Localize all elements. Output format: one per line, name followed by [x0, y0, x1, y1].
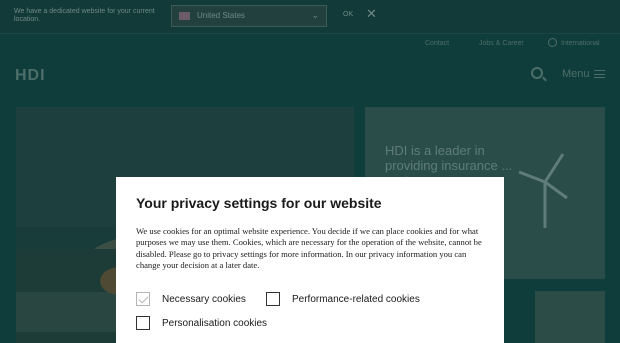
search-icon[interactable]	[531, 67, 543, 79]
contact-link[interactable]: Contact	[425, 40, 449, 47]
location-notice-text: We have a dedicated website for your cur…	[14, 8, 155, 23]
personalisation-cookies-label: Personalisation cookies	[162, 317, 268, 329]
menu-button-label[interactable]: Menu	[562, 68, 590, 80]
site-header: Contact Jobs & Career International HDI …	[0, 33, 620, 103]
wind-turbine-icon	[518, 153, 568, 228]
personalisation-cookies-option[interactable]: Personalisation cookies	[136, 316, 267, 330]
necessary-cookies-label: Necessary cookies	[162, 293, 246, 305]
privacy-settings-modal: Your privacy settings for our website We…	[116, 177, 504, 343]
ok-button[interactable]: OK	[343, 11, 353, 18]
personalisation-cookies-checkbox[interactable]	[136, 316, 150, 330]
modal-title: Your privacy settings for our website	[136, 195, 382, 211]
modal-body-text: We use cookies for an optimal website ex…	[136, 226, 482, 270]
hdi-logo[interactable]: HDI	[15, 67, 46, 85]
globe-icon	[548, 38, 557, 47]
performance-cookies-checkbox[interactable]	[266, 292, 280, 306]
jobs-career-link[interactable]: Jobs & Career	[479, 40, 524, 47]
close-icon[interactable]: ✕	[366, 7, 377, 20]
flag-icon	[179, 12, 190, 20]
performance-cookies-label: Performance-related cookies	[292, 293, 420, 305]
necessary-cookies-option: Necessary cookies	[136, 292, 246, 306]
performance-cookies-option[interactable]: Performance-related cookies	[266, 292, 420, 306]
teaser-card-small[interactable]	[535, 291, 605, 343]
location-notice-bar: We have a dedicated website for your cur…	[0, 0, 620, 33]
chevron-down-icon: ⌄	[311, 10, 319, 20]
international-link[interactable]: International	[561, 40, 600, 47]
country-select[interactable]: United States ⌄	[171, 5, 327, 27]
checkmark-icon	[136, 292, 150, 306]
country-select-value: United States	[197, 11, 246, 20]
hamburger-icon[interactable]	[594, 70, 605, 78]
